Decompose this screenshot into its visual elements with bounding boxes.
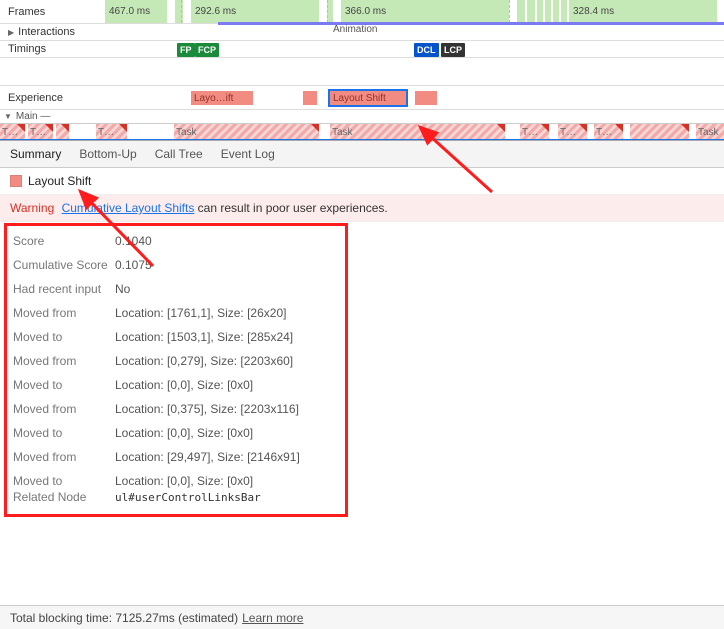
interactions-label: Interactions [18,26,75,38]
flamechart-divider [0,139,724,141]
summary-row: Moved toLocation: [0,0], Size: [0x0] [13,378,335,392]
timing-badge-fp[interactable]: FP [177,43,195,57]
frame-cell[interactable] [327,0,335,23]
collapse-icon[interactable]: ▼ [4,112,12,121]
main-label: Main [16,111,38,122]
timings-lane: Timings FP FCP DCL LCP [0,41,724,58]
frame-cell[interactable]: 292.6 ms [191,0,321,23]
blocking-time-text: Total blocking time: 7125.27ms (estimate… [10,611,238,625]
related-node-row: Related Node ul#userControlLinksBar [13,490,335,504]
layout-shift-block[interactable] [415,91,437,105]
frame-cell[interactable]: 467.0 ms [105,0,169,23]
main-tasks-strip[interactable]: T… T… T… Task Task T… T… T… Task [0,124,724,141]
frame-cell[interactable] [517,0,527,23]
spacer [0,58,724,86]
tab-summary[interactable]: Summary [10,147,61,161]
frame-cell[interactable] [527,0,537,23]
summary-row: Moved fromLocation: [0,279], Size: [2203… [13,354,335,368]
summary-row: Moved toLocation: [1503,1], Size: [285x2… [13,330,335,344]
summary-row: Moved toLocation: [0,0], Size: [0x0] [13,426,335,440]
frame-cell[interactable]: 366.0 ms [341,0,511,23]
timing-badge-dcl[interactable]: DCL [414,43,439,57]
frames-label: Frames [0,6,105,18]
experience-lane: Experience Layo…ift Layout Shift [0,86,724,110]
learn-more-link[interactable]: Learn more [242,611,303,625]
timings-track[interactable]: FP FCP DCL LCP [105,41,724,57]
timing-badge-fcp[interactable]: FCP [195,43,219,57]
timings-label: Timings [0,43,105,55]
experience-track[interactable]: Layo…ift Layout Shift [105,86,724,109]
summary-row: Moved fromLocation: [1761,1], Size: [26x… [13,306,335,320]
interactions-lane: ▶ Interactions Animation [0,24,724,41]
cls-link[interactable]: Cumulative Layout Shifts [62,201,195,215]
summary-row: Moved toLocation: [0,0], Size: [0x0] [13,474,335,488]
warning-label: Warning [10,201,54,215]
summary-row: Moved fromLocation: [29,497], Size: [214… [13,450,335,464]
layout-shift-swatch [10,175,22,187]
frame-cell[interactable] [545,0,553,23]
frames-lane: Frames 467.0 ms 292.6 ms 366.0 ms 328.4 … [0,0,724,24]
details-tabs: Summary Bottom-Up Call Tree Event Log [0,141,724,168]
summary-row: Had recent inputNo [13,282,335,296]
summary-details-box: Score0.1040 Cumulative Score0.1075 Had rec… [4,223,348,517]
related-node-code[interactable]: ul#userControlLinksBar [115,491,261,504]
timing-badge-lcp[interactable]: LCP [441,43,465,57]
layout-shift-block[interactable] [303,91,317,105]
footer-bar: Total blocking time: 7125.27ms (estimate… [0,605,724,629]
expand-icon[interactable]: ▶ [8,28,14,37]
tab-bottom-up[interactable]: Bottom-Up [79,147,136,161]
tab-call-tree[interactable]: Call Tree [155,147,203,161]
animation-label: Animation [333,24,377,35]
summary-row: Score0.1040 [13,234,335,248]
summary-title: Layout Shift [28,174,91,188]
summary-title-row: Layout Shift [0,168,724,195]
summary-row: Moved fromLocation: [0,375], Size: [2203… [13,402,335,416]
layout-shift-block[interactable]: Layo…ift [191,91,253,105]
warning-bar: Warning Cumulative Layout Shifts can res… [0,195,724,222]
tab-event-log[interactable]: Event Log [221,147,275,161]
frame-cell[interactable] [561,0,569,23]
frame-cell[interactable]: 328.4 ms [569,0,719,23]
frame-cell[interactable] [537,0,545,23]
experience-label: Experience [0,92,105,104]
layout-shift-block-selected[interactable]: Layout Shift [330,91,406,105]
summary-row: Cumulative Score0.1075 [13,258,335,272]
frame-cell[interactable] [175,0,185,23]
frame-cell[interactable] [553,0,561,23]
frames-track[interactable]: 467.0 ms 292.6 ms 366.0 ms 328.4 ms [105,0,724,23]
interactions-track[interactable]: Animation [105,24,724,40]
main-thread-header[interactable]: ▼ Main — [0,110,724,124]
